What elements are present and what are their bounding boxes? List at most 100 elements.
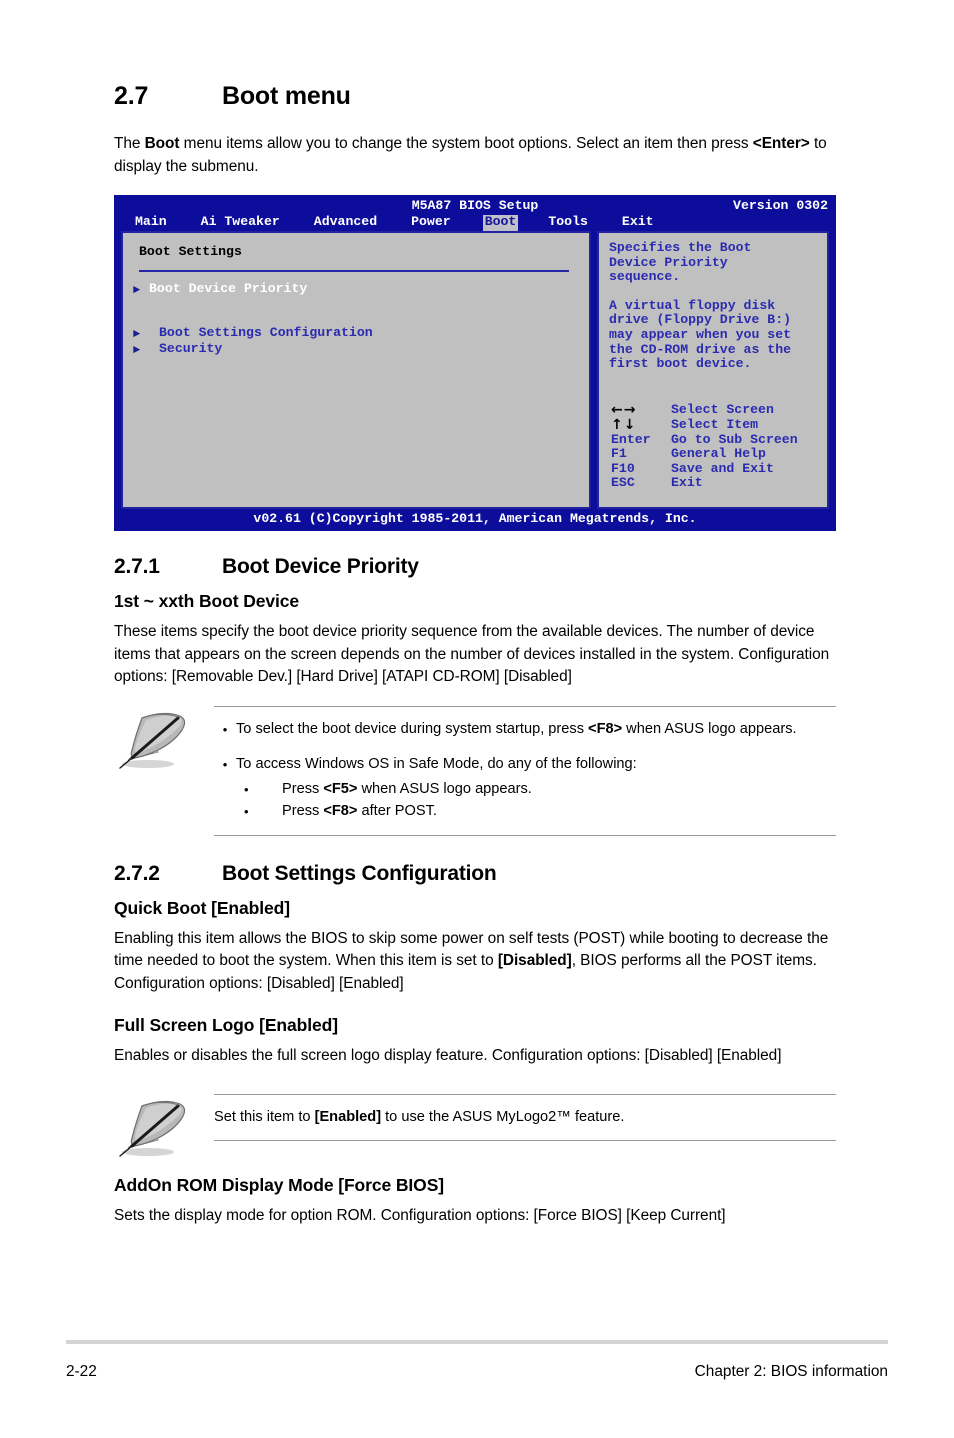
bios-tab-power[interactable]: Power bbox=[411, 214, 451, 231]
subsection-heading-272: 2.7.2 Boot Settings Configuration bbox=[114, 862, 838, 886]
bios-key-name: F10 bbox=[611, 460, 635, 476]
intro-bold-enter: <Enter> bbox=[752, 135, 810, 152]
note-subbullet-text: Press <F5> when ASUS logo appears. bbox=[282, 779, 532, 800]
quickboot-bold-disabled: [Disabled] bbox=[497, 952, 572, 969]
bios-key-action: General Help bbox=[671, 446, 766, 462]
bios-key-action: Go to Sub Screen bbox=[671, 431, 798, 447]
note-quill-icon bbox=[114, 706, 214, 836]
bullet-icon: • bbox=[222, 721, 228, 737]
bios-version: Version 0302 bbox=[733, 198, 828, 213]
bios-help-line: sequence. bbox=[609, 269, 681, 285]
note1-s1-c: when ASUS logo appears. bbox=[357, 780, 532, 797]
note-box-2: Set this item to [Enabled] to use the AS… bbox=[114, 1093, 836, 1157]
bios-pane-title: Boot Settings bbox=[139, 244, 242, 259]
bios-tab-tools[interactable]: Tools bbox=[548, 214, 588, 231]
up-down-arrow-icon: ↑↓ bbox=[611, 417, 637, 434]
bios-menu-label: Boot Settings Configuration bbox=[159, 325, 373, 341]
section-intro-paragraph: The Boot menu items allow you to change … bbox=[114, 133, 838, 178]
item-paragraph-addon-rom: Sets the display mode for option ROM. Co… bbox=[114, 1206, 726, 1224]
bios-key-name: F1 bbox=[611, 446, 627, 462]
note1-b1-key: <F8> bbox=[588, 720, 623, 737]
bios-screenshot: M5A87 BIOS Setup Version 0302 Main Ai Tw… bbox=[114, 195, 836, 531]
bios-tab-boot[interactable]: Boot bbox=[482, 214, 519, 231]
bios-menu-item-security[interactable]: ► Security bbox=[133, 342, 579, 358]
bios-help-line: the CD-ROM drive as the bbox=[609, 341, 792, 357]
intro-text-a: The bbox=[114, 135, 145, 152]
subsection-title: Boot Device Priority bbox=[222, 555, 419, 578]
note2-a: Set this item to bbox=[214, 1108, 315, 1125]
bios-key-row-esc: ESC Exit bbox=[611, 476, 798, 491]
bios-key-action: Save and Exit bbox=[671, 460, 774, 476]
item-heading-boot-device: 1st ~ xxth Boot Device bbox=[114, 591, 300, 611]
bios-key-row-enter: Enter Go to Sub Screen bbox=[611, 431, 798, 448]
triangle-right-icon: ► bbox=[133, 282, 141, 297]
note2-bold-enabled: [Enabled] bbox=[314, 1108, 382, 1125]
bios-help-line: drive (Floppy Drive B:) bbox=[609, 312, 792, 328]
note-subbullet-text: Press <F8> after POST. bbox=[282, 801, 437, 822]
footer-page-number: 2-22 bbox=[66, 1363, 97, 1380]
bios-menu-item-boot-device-priority[interactable]: ► Boot Device Priority bbox=[133, 282, 579, 298]
item-paragraph-boot-device: These items specify the boot device prio… bbox=[114, 623, 830, 685]
note2-c: to use the ASUS MyLogo2™ feature. bbox=[381, 1108, 625, 1125]
bios-help-spacer bbox=[609, 285, 817, 299]
bios-menu-item-boot-settings-configuration[interactable]: ► Boot Settings Configuration bbox=[133, 326, 579, 342]
bios-tab-exit[interactable]: Exit bbox=[622, 214, 654, 231]
item-paragraph-quick-boot: Enabling this item allows the BIOS to sk… bbox=[114, 928, 838, 996]
bullet-icon: • bbox=[222, 756, 228, 772]
note-bullet-2: • To access Windows OS in Safe Mode, do … bbox=[214, 754, 836, 775]
bios-key-row-f1: F1 General Help bbox=[611, 447, 798, 462]
bios-help-line: first boot device. bbox=[609, 356, 752, 372]
bios-title: M5A87 BIOS Setup bbox=[411, 198, 539, 213]
footer-divider bbox=[66, 1340, 888, 1344]
bios-menu-label: Boot Device Priority bbox=[149, 281, 308, 297]
item-heading-quick-boot: Quick Boot [Enabled] bbox=[114, 897, 290, 918]
bios-key-legend: ←→ Select Screen ↑↓ Select Item Enter Go… bbox=[611, 403, 798, 491]
page-content: 2.7 Boot menu The Boot menu items allow … bbox=[114, 82, 838, 1244]
note-bullet-1: • To select the boot device during syste… bbox=[214, 719, 836, 740]
note-quill-icon bbox=[114, 1094, 214, 1157]
section-heading: 2.7 Boot menu bbox=[114, 82, 838, 111]
note1-s1-a: Press bbox=[282, 780, 324, 797]
bios-tab-advanced[interactable]: Advanced bbox=[314, 214, 377, 231]
subsection-title: Boot Settings Configuration bbox=[222, 861, 497, 885]
bios-settings-pane: Boot Settings ► Boot Device Priority ► B… bbox=[121, 231, 591, 509]
note1-s1-key: <F5> bbox=[323, 780, 358, 797]
bios-key-row-select-item: ↑↓ Select Item bbox=[611, 417, 798, 434]
bios-tab-ai-tweaker[interactable]: Ai Tweaker bbox=[201, 214, 280, 231]
bios-key-name: Enter bbox=[611, 431, 651, 447]
quill-pen-icon bbox=[119, 1100, 186, 1157]
note-body-2: Set this item to [Enabled] to use the AS… bbox=[214, 1093, 836, 1141]
subsection-heading-271: 2.7.1 Boot Device Priority bbox=[114, 555, 838, 579]
bullet-icon: • bbox=[244, 781, 249, 797]
item-heading-addon-rom: AddOn ROM Display Mode [Force BIOS] bbox=[114, 1174, 444, 1195]
triangle-right-icon: ► bbox=[133, 326, 141, 341]
item-paragraph-full-screen-logo: Enables or disables the full screen logo… bbox=[114, 1047, 782, 1064]
quill-pen-icon bbox=[119, 712, 186, 769]
bios-footer-bar: v02.61 (C)Copyright 1985-2011, American … bbox=[253, 511, 697, 526]
bios-help-line: Device Priority bbox=[609, 254, 728, 270]
triangle-right-icon: ► bbox=[133, 342, 141, 357]
note1-s2-key: <F8> bbox=[323, 802, 358, 819]
note-text-2: Set this item to [Enabled] to use the AS… bbox=[214, 1107, 836, 1128]
bios-tab-main[interactable]: Main bbox=[135, 214, 167, 231]
page-footer: 2-22 Chapter 2: BIOS information bbox=[66, 1340, 888, 1381]
bios-key-row-f10: F10 Save and Exit bbox=[611, 460, 798, 477]
bios-help-line: Specifies the Boot bbox=[609, 240, 752, 255]
bios-menu-label: Security bbox=[159, 341, 223, 357]
intro-bold-boot: Boot bbox=[144, 135, 180, 152]
note-bullet-text: To select the boot device during system … bbox=[236, 719, 797, 740]
subsection-number: 2.7.2 bbox=[114, 861, 160, 885]
note-box-1: • To select the boot device during syste… bbox=[114, 705, 836, 836]
bios-help-line: may appear when you set bbox=[609, 326, 792, 342]
bios-key-action: Select Item bbox=[671, 417, 759, 433]
left-right-arrow-icon: ←→ bbox=[611, 402, 637, 419]
bios-pane-divider bbox=[139, 269, 569, 272]
note-spacer bbox=[214, 744, 836, 754]
note-body-1: • To select the boot device during syste… bbox=[214, 705, 836, 836]
intro-text-c: menu items allow you to change the syste… bbox=[179, 135, 753, 152]
document-page: 2.7 Boot menu The Boot menu items allow … bbox=[0, 0, 954, 1438]
subsection-number: 2.7.1 bbox=[114, 555, 160, 578]
bios-tab-bar: Main Ai Tweaker Advanced Power Boot Tool… bbox=[135, 214, 654, 231]
item-heading-full-screen-logo: Full Screen Logo [Enabled] bbox=[114, 1015, 338, 1035]
section-title: Boot menu bbox=[222, 82, 351, 110]
